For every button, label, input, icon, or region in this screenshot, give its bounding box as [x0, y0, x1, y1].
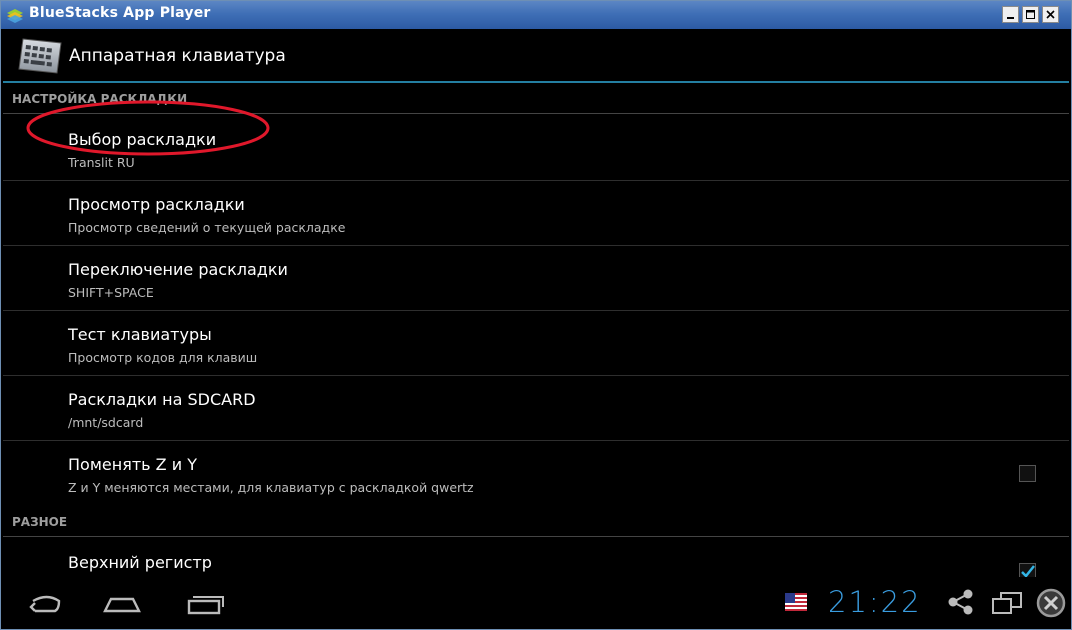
section-header-label: РАЗНОЕ [12, 515, 68, 529]
pref-title: Верхний регистр [68, 553, 212, 572]
pref-title: Просмотр раскладки [68, 195, 245, 214]
maximize-button[interactable] [1022, 6, 1039, 23]
screen-mode-icon[interactable] [991, 589, 1025, 617]
pref-summary: SHIFT+SPACE [68, 285, 154, 300]
home-icon[interactable] [101, 587, 145, 617]
pref-item-swap-zy[interactable]: Поменять Z и Y Z и Y меняются местами, д… [3, 441, 1069, 506]
action-bar-divider [3, 81, 1069, 83]
pref-summary: Просмотр кодов для клавиш [68, 350, 258, 365]
close-icon [1046, 10, 1055, 19]
page-title: Аппаратная клавиатура [69, 46, 286, 66]
window-title: BlueStacks App Player [29, 5, 211, 21]
pref-title: Переключение раскладки [68, 260, 288, 279]
bluestacks-logo-icon [7, 9, 23, 23]
pref-title: Тест клавиатуры [68, 325, 212, 344]
swap-zy-checkbox[interactable] [1019, 465, 1036, 482]
pref-item-view-layout[interactable]: Просмотр раскладки Просмотр сведений о т… [3, 181, 1069, 246]
pref-summary: Z и Y меняются местами, для клавиатур с … [68, 480, 474, 495]
android-screen: Аппаратная клавиатура НАСТРОЙКА РАСКЛАДК… [3, 29, 1069, 629]
pref-item-keyboard-test[interactable]: Тест клавиатуры Просмотр кодов для клави… [3, 311, 1069, 376]
back-icon[interactable] [25, 587, 65, 617]
pref-item-uppercase[interactable]: Верхний регистр [3, 539, 1069, 579]
status-clock: 21:22 [828, 585, 922, 619]
minimize-icon [1007, 17, 1014, 19]
section-header-misc: РАЗНОЕ [3, 507, 1069, 537]
close-app-icon[interactable] [1035, 587, 1067, 619]
us-flag-icon[interactable] [785, 593, 807, 611]
window-titlebar[interactable]: BlueStacks App Player [1, 1, 1071, 29]
pref-item-switch-layout[interactable]: Переключение раскладки SHIFT+SPACE [3, 246, 1069, 311]
highlight-ellipse [26, 100, 270, 156]
action-bar: Аппаратная клавиатура [3, 29, 1069, 82]
minimize-button[interactable] [1002, 6, 1019, 23]
pref-title: Раскладки на SDCARD [68, 390, 256, 409]
pref-summary: Просмотр сведений о текущей раскладке [68, 220, 346, 235]
bluestacks-window: BlueStacks App Player Аппаратная клавиат… [0, 0, 1072, 630]
pref-item-sdcard-layouts[interactable]: Раскладки на SDCARD /mnt/sdcard [3, 376, 1069, 441]
maximize-icon [1026, 10, 1035, 19]
keyboard-icon[interactable] [17, 37, 63, 75]
close-button[interactable] [1042, 6, 1059, 23]
section-divider [3, 536, 1069, 537]
share-icon[interactable] [946, 589, 976, 615]
pref-title: Поменять Z и Y [68, 455, 197, 474]
recent-apps-icon[interactable] [183, 587, 227, 617]
pref-summary: /mnt/sdcard [68, 415, 144, 430]
